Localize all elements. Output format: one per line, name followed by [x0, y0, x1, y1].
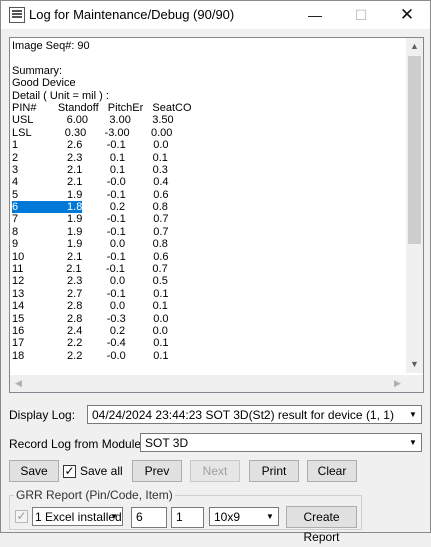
log-line: 15 2.8 -0.3 0.0: [12, 312, 169, 325]
next-button[interactable]: Next: [190, 460, 240, 482]
display-log-select[interactable]: 04/24/2024 23:44:23 SOT 3D(St2) result f…: [87, 405, 422, 424]
log-line: 1 2.6 -0.1 0.0: [12, 139, 169, 152]
prev-button[interactable]: Prev: [132, 460, 182, 482]
chevron-down-icon[interactable]: ▼: [262, 508, 278, 525]
record-log-value: SOT 3D: [145, 436, 189, 450]
app-icon: [9, 7, 25, 23]
chevron-down-icon[interactable]: ▼: [106, 508, 122, 525]
log-line: Image Seq#: 90: [12, 40, 90, 52]
close-button[interactable]: ✕: [384, 1, 430, 29]
log-line: Good Device: [12, 77, 76, 90]
log-line: 10 2.1 -0.1 0.6: [12, 250, 169, 263]
create-report-button[interactable]: Create Report: [286, 506, 357, 544]
window-title: Log for Maintenance/Debug (90/90): [29, 7, 235, 22]
scroll-up-arrow-icon[interactable]: ▲: [406, 38, 423, 55]
log-window: Log for Maintenance/Debug (90/90) — ☐ ✕ …: [0, 0, 431, 544]
checkmark-icon: ✓: [16, 509, 27, 523]
log-line: 13 2.7 -0.1 0.1: [12, 287, 169, 300]
log-line: 12 2.3 0.0 0.5: [12, 275, 168, 288]
title-bar[interactable]: Log for Maintenance/Debug (90/90) — ☐ ✕: [1, 1, 430, 29]
scrollbar-corner: [406, 375, 423, 392]
log-line: 9 1.9 0.0 0.8: [12, 238, 168, 251]
vertical-scrollbar[interactable]: ▲ ▼: [406, 38, 423, 373]
pin-code-input[interactable]: 6: [131, 507, 167, 528]
chevron-down-icon[interactable]: ▼: [405, 434, 421, 451]
maximize-button[interactable]: ☐: [338, 1, 384, 29]
size-value: 10x9: [214, 510, 241, 524]
log-line: 2 2.3 0.1 0.1: [12, 151, 168, 164]
scroll-right-arrow-icon[interactable]: ▶: [389, 375, 406, 392]
minimize-button[interactable]: —: [292, 1, 338, 29]
log-line: 8 1.9 -0.1 0.7: [12, 225, 169, 238]
log-line: 4 2.1 -0.0 0.4: [12, 176, 169, 189]
log-line: PIN# Standoff PitchEr SeatCO: [12, 101, 192, 114]
log-line: 3 2.1 0.1 0.3: [12, 163, 168, 176]
scroll-left-arrow-icon[interactable]: ◀: [10, 375, 27, 392]
size-select[interactable]: 10x9 ▼: [209, 507, 279, 526]
grr-enable-checkbox[interactable]: ✓: [15, 510, 28, 523]
log-line: 17 2.2 -0.4 0.1: [12, 337, 169, 350]
log-line: 18 2.2 -0.0 0.1: [12, 349, 169, 362]
excel-select[interactable]: 1 Excel installed ▼: [32, 507, 123, 526]
log-line: 7 1.9 -0.1 0.7: [12, 213, 169, 226]
chevron-down-icon[interactable]: ▼: [405, 406, 421, 423]
log-line-rest: 0.2 0.8: [82, 201, 168, 214]
log-text[interactable]: Image Seq#: 90 Summary: Good Device Detail …: [12, 40, 405, 373]
log-line: Summary:: [12, 64, 63, 77]
horizontal-scrollbar[interactable]: ◀ ▶: [10, 375, 406, 392]
save-all-checkbox[interactable]: ✓: [63, 465, 76, 478]
log-line: 16 2.4 0.2 0.0: [12, 324, 168, 337]
print-button[interactable]: Print: [249, 460, 299, 482]
save-button[interactable]: Save: [9, 460, 59, 482]
record-log-label: Record Log from Module:: [9, 437, 145, 451]
log-line: 14 2.8 0.0 0.1: [12, 300, 168, 313]
log-line: 6 1.8 0.2 0.8: [12, 201, 405, 214]
scrollbar-thumb[interactable]: [408, 56, 421, 244]
log-textbox[interactable]: Image Seq#: 90 Summary: Good Device Detail …: [9, 37, 424, 393]
log-line: USL 6.00 3.00 3.50: [12, 114, 174, 127]
log-line: Detail ( Unit = mil ) :: [12, 89, 109, 102]
record-log-module-select[interactable]: SOT 3D ▼: [140, 433, 422, 452]
log-line: 5 1.9 -0.1 0.6: [12, 188, 169, 201]
checkmark-icon: ✓: [64, 464, 75, 478]
log-line: LSL 0.30 -3.00 0.00: [12, 126, 173, 139]
display-log-label: Display Log:: [9, 408, 76, 422]
log-selection: 6 1.8: [12, 201, 83, 214]
item-input[interactable]: 1: [171, 507, 204, 528]
save-all-label: Save all: [80, 464, 123, 478]
grr-report-title: GRR Report (Pin/Code, Item): [14, 488, 175, 502]
display-log-value: 04/24/2024 23:44:23 SOT 3D(St2) result f…: [92, 408, 394, 422]
log-line: 11 2.1 -0.1 0.7: [12, 263, 168, 276]
scroll-down-arrow-icon[interactable]: ▼: [406, 356, 423, 373]
clear-button[interactable]: Clear: [307, 460, 357, 482]
